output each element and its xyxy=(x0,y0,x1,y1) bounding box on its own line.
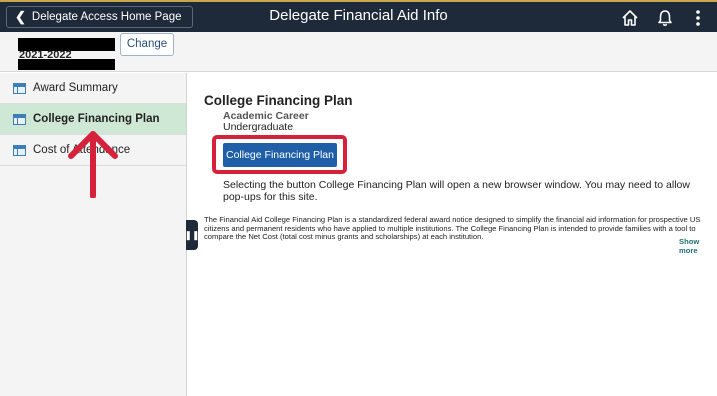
sidebar: Award Summary College Financing Plan Cos… xyxy=(0,73,187,396)
redacted-institution xyxy=(18,59,115,70)
popup-info-text: Selecting the button College Financing P… xyxy=(223,179,690,203)
more-menu-icon[interactable] xyxy=(688,8,708,28)
show-more-link[interactable]: Show more xyxy=(679,237,717,255)
academic-career-value: Undergraduate xyxy=(223,121,294,133)
aid-year-bar: 2021-2022 Change xyxy=(0,32,717,72)
page-title: College Financing Plan xyxy=(204,93,353,108)
main-content: College Financing Plan Academic Career U… xyxy=(188,73,717,396)
table-icon xyxy=(13,144,26,156)
table-icon xyxy=(13,82,26,94)
change-button[interactable]: Change xyxy=(120,33,174,56)
red-up-arrow-annotation xyxy=(68,131,118,198)
sidebar-item-label: College Financing Plan xyxy=(33,113,160,125)
app-header: ❮ Delegate Access Home Page Delegate Fin… xyxy=(0,0,717,32)
sidebar-item-award-summary[interactable]: Award Summary xyxy=(0,73,186,104)
bell-icon[interactable] xyxy=(655,8,675,28)
description-text: The Financial Aid College Financing Plan… xyxy=(204,215,701,242)
page-header-title: Delegate Financial Aid Info xyxy=(269,7,448,24)
home-icon[interactable] xyxy=(620,8,640,28)
college-financing-plan-button[interactable]: College Financing Plan xyxy=(223,143,337,167)
table-icon xyxy=(13,113,26,125)
sidebar-item-label: Award Summary xyxy=(33,82,118,94)
